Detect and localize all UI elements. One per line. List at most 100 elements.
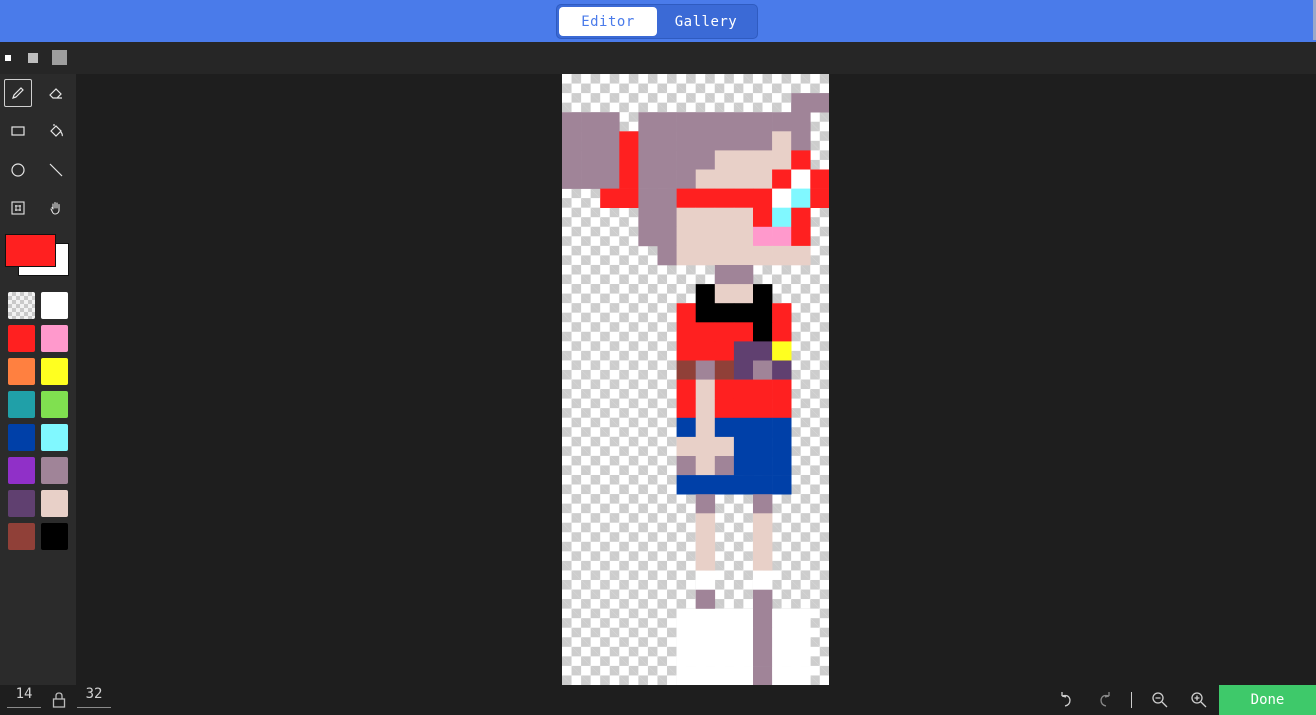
redo-button[interactable]	[1095, 690, 1115, 710]
brush-size-large[interactable]	[52, 50, 67, 65]
palette-swatch[interactable]	[8, 424, 35, 451]
sprite-pixel	[676, 131, 696, 151]
palette-swatch[interactable]	[8, 358, 35, 385]
sprite-pixel	[657, 169, 677, 189]
sprite-pixel	[695, 379, 716, 399]
palette-swatch[interactable]	[8, 325, 35, 352]
sprite-pixel	[733, 322, 754, 342]
sprite-pixel	[638, 131, 658, 151]
sprite-pixel	[562, 131, 582, 151]
palette-swatch[interactable]	[8, 391, 35, 418]
pixel-canvas[interactable]	[562, 74, 829, 685]
top-bar: Editor Gallery	[0, 0, 1316, 42]
sprite-pixel	[695, 303, 716, 323]
palette-swatch[interactable]	[41, 523, 68, 550]
palette-swatch[interactable]	[41, 391, 68, 418]
zoom-in-button[interactable]	[1189, 690, 1209, 710]
sprite-pixel	[791, 226, 811, 247]
sprite-pixel	[791, 647, 811, 667]
sprite-pixel	[791, 627, 811, 648]
sprite-pixel	[733, 150, 754, 170]
sprite-pixel	[676, 436, 696, 457]
sprite-pixel	[733, 303, 754, 323]
sprite-pixel	[772, 112, 792, 132]
marquee-tool[interactable]	[4, 194, 32, 222]
circle-icon	[11, 163, 25, 177]
sprite-pixel	[600, 150, 620, 170]
sprite-pixel	[772, 398, 792, 419]
palette-swatch[interactable]	[41, 358, 68, 385]
width-input[interactable]: 14	[7, 686, 41, 708]
sprite-pixel	[772, 322, 792, 342]
sprite-pixel	[714, 188, 735, 208]
brush-size-medium[interactable]	[28, 53, 38, 63]
palette-swatch[interactable]	[8, 457, 35, 484]
sprite-pixel	[733, 379, 754, 399]
sprite-pixel	[733, 131, 754, 151]
sprite-pixel	[753, 379, 773, 399]
sprite-pixel	[581, 150, 601, 170]
sprite-pixel	[676, 150, 696, 170]
sprite-pixel	[810, 93, 829, 113]
circle-tool[interactable]	[4, 156, 32, 184]
pencil-tool[interactable]	[4, 79, 32, 107]
palette-swatch[interactable]	[8, 490, 35, 517]
sprite-pixel	[657, 245, 677, 266]
brush-size-small[interactable]	[5, 55, 11, 61]
foreground-color-swatch[interactable]	[5, 234, 56, 267]
sprite-pixel	[810, 188, 829, 208]
sprite-pixel	[657, 131, 677, 151]
sprite-pixel	[772, 150, 792, 170]
sprite-pixel	[772, 341, 792, 361]
pan-tool[interactable]	[42, 194, 70, 222]
done-button[interactable]: Done	[1219, 685, 1316, 715]
sprite-pixel	[695, 436, 716, 457]
sprite-pixel	[714, 284, 735, 304]
sprite-pixel	[695, 647, 716, 667]
sprite-pixel	[714, 417, 735, 438]
tab-gallery[interactable]: Gallery	[657, 7, 755, 36]
sprite-pixel	[753, 436, 773, 457]
fill-tool[interactable]	[42, 117, 70, 145]
undo-button[interactable]	[1056, 690, 1076, 710]
sprite-pixel	[695, 341, 716, 361]
sprite-pixel	[733, 188, 754, 208]
marquee-icon	[11, 201, 25, 215]
sprite-pixel	[753, 169, 773, 189]
height-input[interactable]: 32	[77, 686, 111, 708]
line-tool[interactable]	[42, 156, 70, 184]
eraser-icon	[49, 88, 62, 99]
sprite-pixel	[753, 284, 773, 304]
palette-swatch[interactable]	[8, 523, 35, 550]
sprite-pixel	[562, 112, 582, 132]
redo-icon	[1100, 692, 1110, 707]
sprite-pixel	[753, 150, 773, 170]
sprite-pixel	[772, 360, 792, 380]
zoom-out-button[interactable]	[1150, 690, 1170, 710]
hand-icon	[50, 201, 60, 215]
sprite-pixel	[791, 93, 811, 113]
palette-swatch[interactable]	[41, 325, 68, 352]
sprite-pixel	[753, 112, 773, 132]
sprite-pixel	[638, 188, 658, 208]
lock-icon[interactable]	[51, 691, 67, 709]
rectangle-tool[interactable]	[4, 117, 32, 145]
sprite-pixel	[600, 169, 620, 189]
sprite-pixel	[733, 265, 754, 285]
sprite-pixel	[695, 570, 716, 590]
sprite-pixel	[562, 150, 582, 170]
sprite-pixel	[619, 131, 639, 151]
palette-swatch[interactable]	[41, 424, 68, 451]
sprite-pixel	[714, 436, 735, 457]
sprite-pixel	[733, 436, 754, 457]
palette-swatch[interactable]	[41, 292, 68, 319]
sprite-pixel	[714, 341, 735, 361]
palette-swatch[interactable]	[41, 457, 68, 484]
sprite-pixel	[753, 647, 773, 667]
palette-swatch[interactable]	[8, 292, 35, 319]
tab-editor[interactable]: Editor	[559, 7, 657, 36]
palette-swatch[interactable]	[41, 490, 68, 517]
sprite-pixel	[753, 456, 773, 476]
eraser-tool[interactable]	[42, 79, 70, 107]
sprite-pixel	[695, 513, 716, 533]
